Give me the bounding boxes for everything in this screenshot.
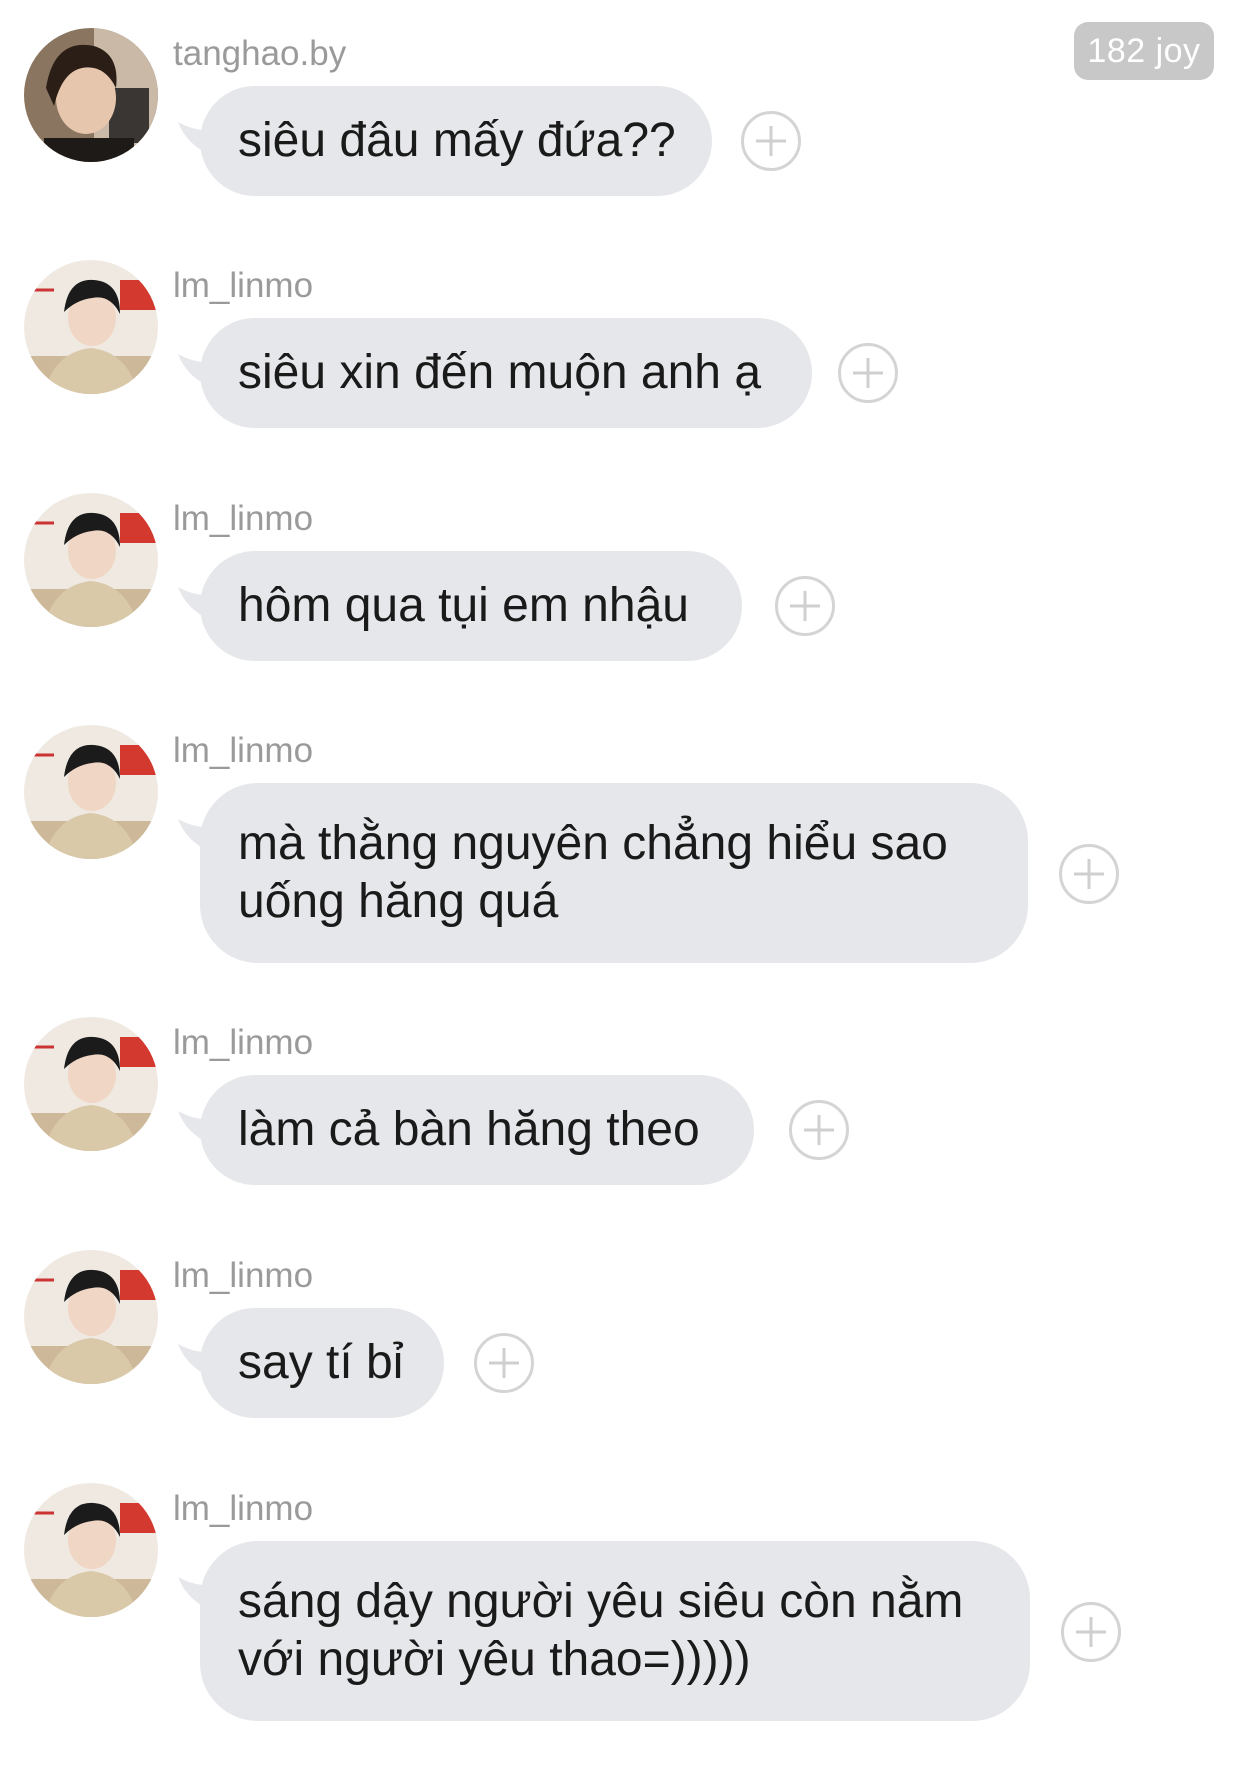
chat-message: lm_linmo say tí bỉ [0,1250,1242,1440]
avatar[interactable] [24,493,158,627]
avatar[interactable] [24,28,158,162]
username[interactable]: tanghao.by [173,32,346,76]
message-bubble[interactable]: sáng dậy người yêu siêu còn nằm với ngườ… [200,1541,1030,1721]
message-text: hôm qua tụi em nhậu [238,579,689,632]
message-text: mà thằng nguyên chẳng hiểu sao uống hăng… [238,817,948,928]
avatar[interactable] [24,260,158,394]
chat-message: tanghao.by siêu đâu mấy đứa?? [0,28,1242,218]
plus-circle-icon[interactable] [838,343,898,403]
message-text: siêu xin đến muộn anh ạ [238,346,762,399]
message-bubble[interactable]: làm cả bàn hăng theo [200,1075,754,1185]
plus-circle-icon[interactable] [789,1100,849,1160]
chat-message: lm_linmo sáng dậy người yêu siêu còn nằm… [0,1483,1242,1733]
chat-message: lm_linmo siêu xin đến muộn anh ạ [0,260,1242,450]
plus-circle-icon[interactable] [775,576,835,636]
plus-circle-icon[interactable] [474,1333,534,1393]
message-text: say tí bỉ [238,1336,404,1389]
message-bubble[interactable]: siêu xin đến muộn anh ạ [200,318,812,428]
avatar[interactable] [24,1250,158,1384]
message-bubble[interactable]: hôm qua tụi em nhậu [200,551,742,661]
plus-circle-icon[interactable] [741,111,801,171]
username[interactable]: lm_linmo [173,1021,313,1065]
username[interactable]: lm_linmo [173,729,313,773]
avatar[interactable] [24,1017,158,1151]
message-bubble[interactable]: siêu đâu mấy đứa?? [200,86,712,196]
message-text: làm cả bàn hăng theo [238,1103,700,1156]
chat-message: lm_linmo mà thằng nguyên chẳng hiểu sao … [0,725,1242,975]
message-text: siêu đâu mấy đứa?? [238,114,676,167]
plus-circle-icon[interactable] [1061,1602,1121,1662]
username[interactable]: lm_linmo [173,497,313,541]
message-text: sáng dậy người yêu siêu còn nằm với ngườ… [238,1575,964,1686]
chat-message: lm_linmo hôm qua tụi em nhậu [0,493,1242,683]
avatar[interactable] [24,725,158,859]
chat-message: lm_linmo làm cả bàn hăng theo [0,1017,1242,1207]
avatar[interactable] [24,1483,158,1617]
message-bubble[interactable]: say tí bỉ [200,1308,444,1418]
username[interactable]: lm_linmo [173,1254,313,1298]
message-bubble[interactable]: mà thằng nguyên chẳng hiểu sao uống hăng… [200,783,1028,963]
username[interactable]: lm_linmo [173,1487,313,1531]
plus-circle-icon[interactable] [1059,844,1119,904]
username[interactable]: lm_linmo [173,264,313,308]
